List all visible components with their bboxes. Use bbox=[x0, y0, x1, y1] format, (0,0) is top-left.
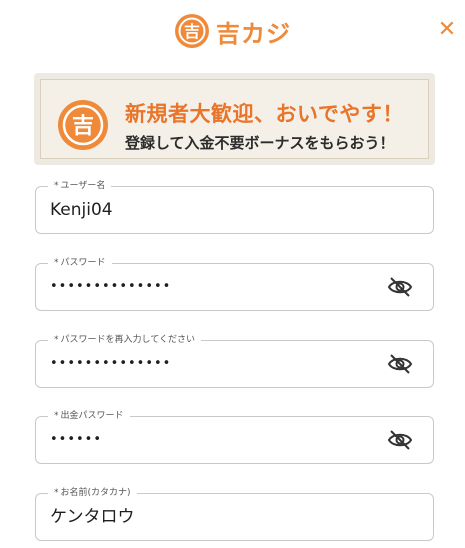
welcome-banner: 吉 新規者大歓迎、おいでやす！ 登録して入金不要ボーナスをもらおう！ bbox=[34, 73, 435, 165]
withdrawal-password-field[interactable]: * 出金パスワード •••••• bbox=[35, 409, 434, 464]
svg-text:吉: 吉 bbox=[72, 113, 94, 139]
password-field[interactable]: * パスワード •••••••••••••• bbox=[35, 256, 434, 311]
username-input[interactable]: Kenji04 bbox=[50, 187, 113, 233]
svg-text:吉: 吉 bbox=[184, 22, 200, 41]
username-field[interactable]: * ユーザー名 Kenji04 bbox=[35, 179, 434, 234]
banner-title: 新規者大歓迎、おいでやす！ bbox=[125, 102, 404, 126]
confirm-password-input[interactable]: •••••••••••••• bbox=[50, 341, 171, 387]
withdrawal-password-input[interactable]: •••••• bbox=[50, 417, 102, 463]
eye-off-icon[interactable] bbox=[387, 275, 413, 299]
logo-mark-icon: 吉 bbox=[175, 14, 209, 48]
banner-subtitle: 登録して入金不要ボーナスをもらおう！ bbox=[125, 134, 395, 152]
header: 吉 吉カジ ✕ bbox=[0, 0, 465, 62]
close-button[interactable]: ✕ bbox=[436, 19, 458, 41]
close-icon: ✕ bbox=[437, 17, 457, 42]
eye-off-icon[interactable] bbox=[387, 428, 413, 452]
banner-logo-icon: 吉 bbox=[58, 100, 108, 150]
name-katakana-field[interactable]: * お名前(カタカナ) ケンタロウ bbox=[35, 486, 434, 541]
password-input[interactable]: •••••••••••••• bbox=[50, 264, 171, 310]
logo[interactable]: 吉 吉カジ bbox=[174, 12, 291, 50]
eye-off-icon[interactable] bbox=[387, 352, 413, 376]
confirm-password-field[interactable]: * パスワードを再入力してください •••••••••••••• bbox=[35, 333, 434, 388]
name-katakana-input[interactable]: ケンタロウ bbox=[50, 494, 135, 540]
banner-frame: 吉 新規者大歓迎、おいでやす！ 登録して入金不要ボーナスをもらおう！ bbox=[40, 79, 429, 159]
logo-text: 吉カジ bbox=[216, 19, 291, 48]
